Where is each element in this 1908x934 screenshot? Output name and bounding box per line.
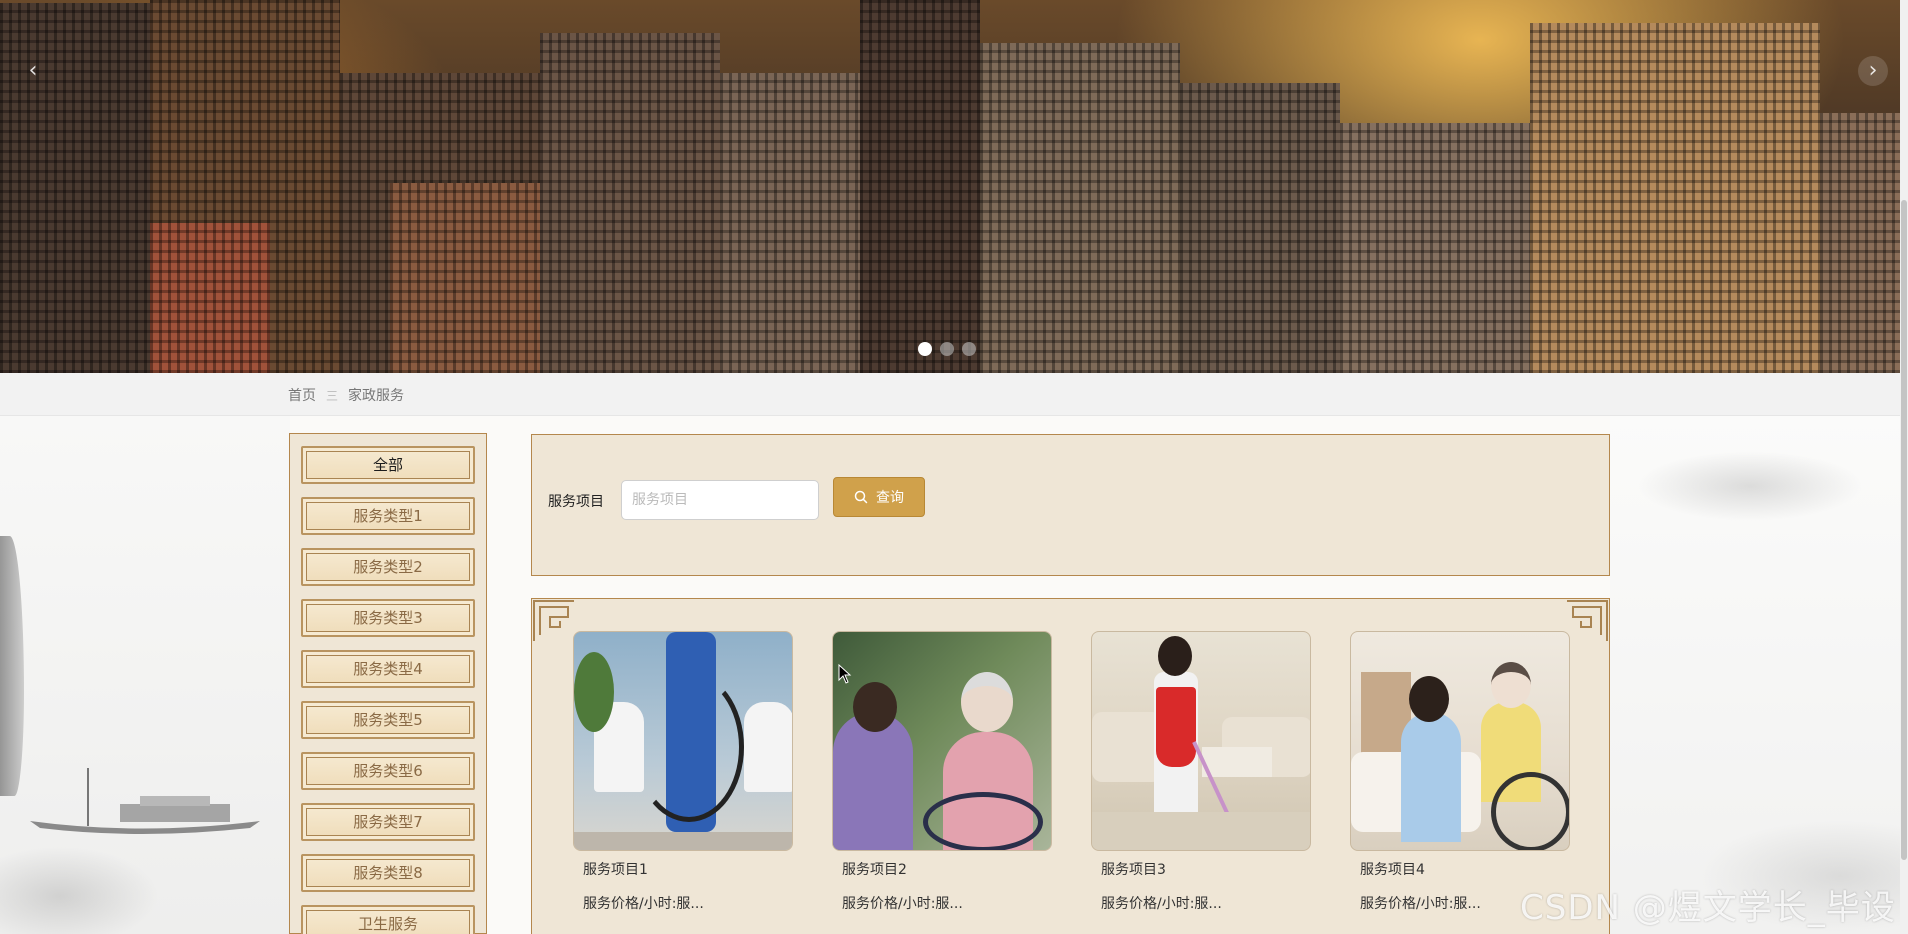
carousel-next-button[interactable]: › (1858, 56, 1888, 86)
chair-shape (744, 702, 792, 792)
city-building (980, 43, 1180, 373)
city-building (1820, 113, 1900, 373)
mouse-cursor-icon (838, 664, 852, 684)
plant-shape (574, 652, 614, 732)
service-list-panel: 服务项目1 服务价格/小时:服... 服务项目2 服务价格/小时:服... 服务… (531, 598, 1610, 934)
carousel-indicators (918, 342, 976, 356)
breadcrumb-current: 家政服务 (348, 388, 405, 404)
floor (1092, 812, 1310, 850)
service-price: 服务价格/小时:服... (1101, 896, 1222, 912)
category-button[interactable]: 服务类型3 (301, 599, 475, 637)
search-button[interactable]: 查询 (833, 477, 925, 517)
service-title[interactable]: 服务项目2 (842, 859, 907, 879)
category-button[interactable]: 服务类型8 (301, 854, 475, 892)
city-building (720, 73, 860, 373)
city-building (540, 33, 720, 373)
service-image[interactable] (573, 631, 793, 851)
search-input[interactable] (621, 480, 819, 520)
table-shape (1202, 747, 1272, 777)
breadcrumb-bar: 首页 三 家政服务 (0, 373, 1900, 416)
service-title[interactable]: 服务项目4 (1360, 859, 1425, 879)
chevron-right-icon: › (1868, 58, 1878, 83)
wheelchair-shape (1491, 772, 1569, 850)
city-building (150, 223, 270, 373)
search-icon (854, 490, 868, 504)
city-building (390, 183, 560, 373)
service-image[interactable] (1091, 631, 1311, 851)
hero-carousel[interactable]: ‹ › (0, 0, 1900, 373)
worker-head (1158, 636, 1192, 676)
carousel-dot-2[interactable] (940, 342, 954, 356)
page-scrollbar[interactable] (1900, 0, 1908, 934)
service-card[interactable]: 服务项目4 服务价格/小时:服... (1350, 631, 1570, 912)
service-image[interactable] (832, 631, 1052, 851)
watermark: CSDN @煜文学长_毕设 (1520, 888, 1896, 928)
carousel-prev-button[interactable]: ‹ (18, 56, 48, 86)
mountain-decoration (0, 536, 24, 796)
service-title[interactable]: 服务项目1 (583, 859, 648, 879)
service-title[interactable]: 服务项目3 (1101, 859, 1166, 879)
boat-decoration (30, 768, 260, 834)
service-image[interactable] (1350, 631, 1570, 851)
sofa-shape (1092, 712, 1162, 782)
category-button[interactable]: 服务类型7 (301, 803, 475, 841)
city-building (1340, 123, 1530, 373)
floor (574, 832, 792, 850)
apron-shape (1156, 687, 1196, 767)
category-button[interactable]: 服务类型4 (301, 650, 475, 688)
carousel-dot-3[interactable] (962, 342, 976, 356)
vacuum-hose (634, 672, 744, 822)
service-card[interactable]: 服务项目3 服务价格/小时:服... (1091, 631, 1311, 912)
caregiver-figure (1401, 712, 1461, 842)
search-label: 服务项目 (548, 494, 604, 510)
category-sidebar: 全部 服务类型1 服务类型2 服务类型3 服务类型4 服务类型5 服务类型6 服… (289, 433, 487, 934)
service-price: 服务价格/小时:服... (1360, 896, 1481, 912)
elder-head (961, 672, 1013, 732)
chevron-left-icon: ‹ (28, 58, 38, 83)
breadcrumb-home-link[interactable]: 首页 (288, 385, 316, 405)
caregiver-head (1409, 676, 1449, 722)
ink-landscape-decoration-right (1610, 416, 1900, 934)
elder-head (1491, 662, 1531, 708)
corner-ornament-icon (533, 600, 574, 641)
category-button[interactable]: 服务类型5 (301, 701, 475, 739)
scrollbar-thumb[interactable] (1901, 200, 1907, 860)
city-building (1180, 83, 1340, 373)
corner-ornament-icon (1567, 600, 1608, 641)
caregiver-figure (833, 712, 913, 850)
category-button[interactable]: 服务类型2 (301, 548, 475, 586)
service-price: 服务价格/小时:服... (583, 896, 704, 912)
carousel-dot-1[interactable] (918, 342, 932, 356)
service-card[interactable]: 服务项目2 服务价格/小时:服... (832, 631, 1052, 912)
category-button[interactable]: 服务类型1 (301, 497, 475, 535)
wheelchair-shape (923, 792, 1043, 850)
category-button[interactable]: 服务类型6 (301, 752, 475, 790)
service-card[interactable]: 服务项目1 服务价格/小时:服... (573, 631, 793, 912)
city-building (860, 0, 980, 373)
breadcrumb: 首页 三 家政服务 (288, 385, 404, 405)
category-all-button[interactable]: 全部 (301, 446, 475, 484)
caregiver-head (853, 682, 897, 732)
search-button-label: 查询 (876, 490, 904, 506)
breadcrumb-separator: 三 (326, 388, 339, 403)
city-building (1530, 23, 1820, 373)
search-panel: 服务项目 查询 (531, 434, 1610, 576)
category-button[interactable]: 卫生服务 (301, 905, 475, 934)
ink-landscape-decoration (0, 416, 290, 934)
service-price: 服务价格/小时:服... (842, 896, 963, 912)
